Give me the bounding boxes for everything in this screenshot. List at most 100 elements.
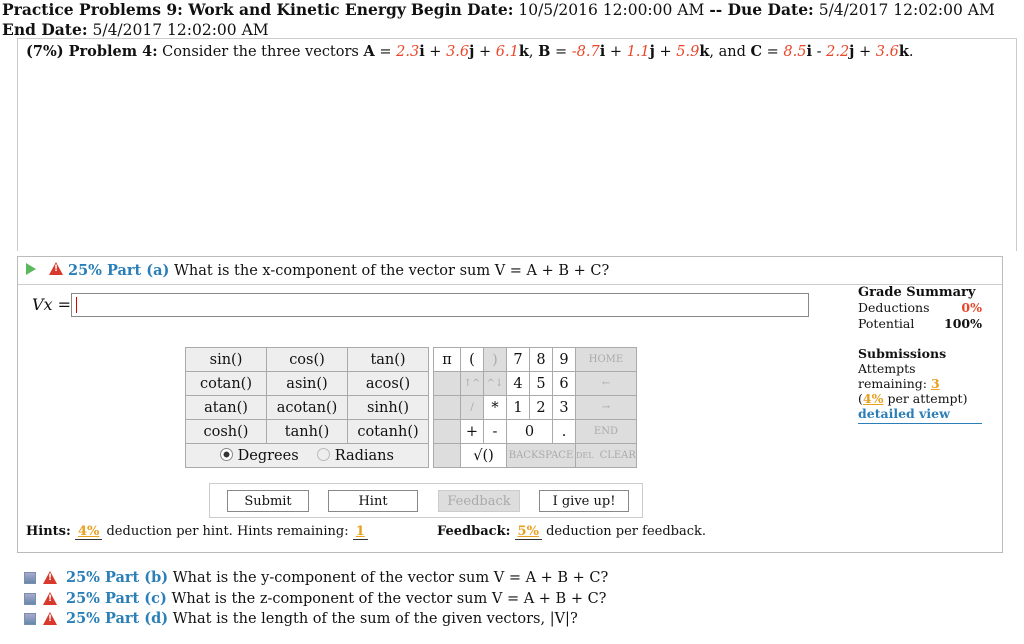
action-button-bar: Submit Hint Feedback I give up! bbox=[209, 483, 643, 518]
key-cotanh[interactable]: cotanh() bbox=[347, 419, 429, 444]
end-date-label: End Date: bbox=[2, 20, 88, 39]
deductions-value: 0% bbox=[961, 300, 982, 315]
key-3[interactable]: 3 bbox=[552, 395, 576, 420]
vector-c-y: 2.2 bbox=[826, 44, 850, 60]
key-sinh[interactable]: sinh() bbox=[347, 395, 429, 420]
collapsed-part-icon bbox=[24, 592, 36, 605]
per-attempt-deduction: 4% bbox=[862, 391, 884, 406]
detailed-view-link[interactable]: detailed view bbox=[858, 406, 982, 424]
part-d-question: What is the length of the sum of the giv… bbox=[172, 611, 578, 627]
key-9[interactable]: 9 bbox=[552, 347, 576, 372]
vector-c-z: 3.6 bbox=[875, 44, 899, 60]
key-left[interactable]: ← bbox=[575, 371, 637, 396]
feedback-label: Feedback: bbox=[437, 524, 511, 539]
potential-label: Potential bbox=[858, 316, 915, 331]
feedback-button[interactable]: Feedback bbox=[438, 490, 520, 512]
key-atan[interactable]: atan() bbox=[185, 395, 267, 420]
part-a-panel: 25% Part (a) What is the x-component of … bbox=[17, 256, 1003, 553]
key-1[interactable]: 1 bbox=[506, 395, 530, 420]
key-cosh[interactable]: cosh() bbox=[185, 419, 267, 444]
hints-info: Hints: 4% deduction per hint. Hints rema… bbox=[26, 524, 368, 540]
key-times[interactable]: * bbox=[483, 395, 507, 420]
radians-label: Radians bbox=[334, 447, 394, 464]
feedback-text: deduction per feedback. bbox=[546, 524, 707, 539]
numeric-keypad: π ( ) 7 8 9 HOME ↑^ ^↓ 4 5 6 ← / * 1 2 3… bbox=[433, 347, 637, 468]
key-tan[interactable]: tan() bbox=[347, 347, 429, 372]
key-end[interactable]: END bbox=[575, 419, 637, 444]
collapsed-part-icon bbox=[24, 572, 36, 584]
key-0[interactable]: 0 bbox=[506, 419, 553, 444]
grade-summary: Grade Summary Deductions 0% Potential 100%… bbox=[858, 285, 982, 424]
key-tanh[interactable]: tanh() bbox=[266, 419, 348, 444]
problem-container: (7%) Problem 4: Consider the three vecto… bbox=[17, 38, 1017, 251]
key-acos[interactable]: acos() bbox=[347, 371, 429, 396]
key-cotan[interactable]: cotan() bbox=[185, 371, 267, 396]
key-4[interactable]: 4 bbox=[506, 371, 530, 396]
due-date-label: -- Due Date: bbox=[709, 0, 814, 19]
part-c-label: 25% Part (c) bbox=[66, 589, 167, 607]
vector-b-name: B bbox=[538, 43, 551, 60]
function-keypad: sin() cos() tan() cotan() asin() acos() … bbox=[185, 347, 429, 468]
submit-button[interactable]: Submit bbox=[227, 490, 309, 512]
key-blank bbox=[433, 443, 461, 468]
key-up-down[interactable]: ^↓ bbox=[483, 371, 507, 396]
key-open-paren[interactable]: ( bbox=[460, 347, 484, 372]
key-sqrt[interactable]: √() bbox=[460, 443, 507, 468]
key-2[interactable]: 2 bbox=[529, 395, 553, 420]
attempts-label: Attempts remaining: bbox=[858, 361, 927, 391]
collapsed-part-icon bbox=[24, 613, 36, 625]
answer-variable-label: Vx = bbox=[32, 295, 72, 314]
hints-label: Hints: bbox=[26, 524, 71, 539]
key-clear[interactable]: CLEAR bbox=[600, 450, 636, 461]
hints-remaining: 1 bbox=[352, 524, 368, 540]
key-minus[interactable]: - bbox=[483, 419, 507, 444]
key-7[interactable]: 7 bbox=[506, 347, 530, 372]
key-plus[interactable]: + bbox=[460, 419, 484, 444]
vector-c-x: 8.5 bbox=[783, 44, 807, 60]
key-asin[interactable]: asin() bbox=[266, 371, 348, 396]
key-divide[interactable]: / bbox=[460, 395, 484, 420]
part-a-header[interactable]: 25% Part (a) What is the x-component of … bbox=[18, 257, 1002, 285]
give-up-button[interactable]: I give up! bbox=[539, 490, 629, 512]
key-del[interactable]: DEL bbox=[576, 451, 594, 460]
assignment-header: Practice Problems 9: Work and Kinetic En… bbox=[2, 0, 1020, 40]
key-pi[interactable]: π bbox=[433, 347, 461, 372]
vector-b-y: 1.1 bbox=[626, 44, 650, 60]
attempts-remaining: 3 bbox=[930, 376, 940, 391]
key-sin[interactable]: sin() bbox=[185, 347, 267, 372]
answer-input[interactable] bbox=[71, 293, 809, 317]
key-8[interactable]: 8 bbox=[529, 347, 553, 372]
angle-mode-row: Degrees Radians bbox=[185, 443, 429, 468]
end-date: 5/4/2017 12:02:00 AM bbox=[92, 21, 269, 39]
key-cos[interactable]: cos() bbox=[266, 347, 348, 372]
key-dot[interactable]: . bbox=[552, 419, 576, 444]
part-a-question: What is the x-component of the vector su… bbox=[174, 263, 610, 279]
key-up[interactable]: ↑^ bbox=[460, 371, 484, 396]
hint-button[interactable]: Hint bbox=[328, 490, 418, 512]
key-clear-group: DEL CLEAR bbox=[575, 443, 637, 468]
vector-b-x: -8.7 bbox=[571, 44, 600, 60]
key-blank bbox=[433, 395, 461, 420]
key-acotan[interactable]: acotan() bbox=[266, 395, 348, 420]
warning-icon bbox=[43, 612, 57, 625]
key-backspace[interactable]: BACKSPACE bbox=[506, 443, 576, 468]
key-5[interactable]: 5 bbox=[529, 371, 553, 396]
key-right[interactable]: → bbox=[575, 395, 637, 420]
part-a-label: 25% Part (a) bbox=[68, 262, 170, 279]
key-close-paren[interactable]: ) bbox=[483, 347, 507, 372]
potential-value: 100% bbox=[944, 316, 982, 331]
hint-deduction: 4% bbox=[74, 524, 103, 540]
key-home[interactable]: HOME bbox=[575, 347, 637, 372]
degrees-radio[interactable] bbox=[220, 447, 234, 461]
begin-date-label: Begin Date: bbox=[410, 0, 514, 19]
text-caret bbox=[76, 297, 77, 313]
warning-icon bbox=[43, 571, 57, 584]
expand-arrow-icon[interactable] bbox=[26, 263, 36, 275]
key-6[interactable]: 6 bbox=[552, 371, 576, 396]
part-d-label: 25% Part (d) bbox=[66, 610, 169, 627]
hints-text: deduction per hint. Hints remaining: bbox=[106, 524, 349, 539]
radians-radio[interactable] bbox=[317, 447, 331, 461]
warning-icon bbox=[43, 591, 57, 605]
assignment-title: Practice Problems 9: Work and Kinetic En… bbox=[2, 0, 406, 19]
part-b-question: What is the y-component of the vector su… bbox=[172, 570, 609, 586]
